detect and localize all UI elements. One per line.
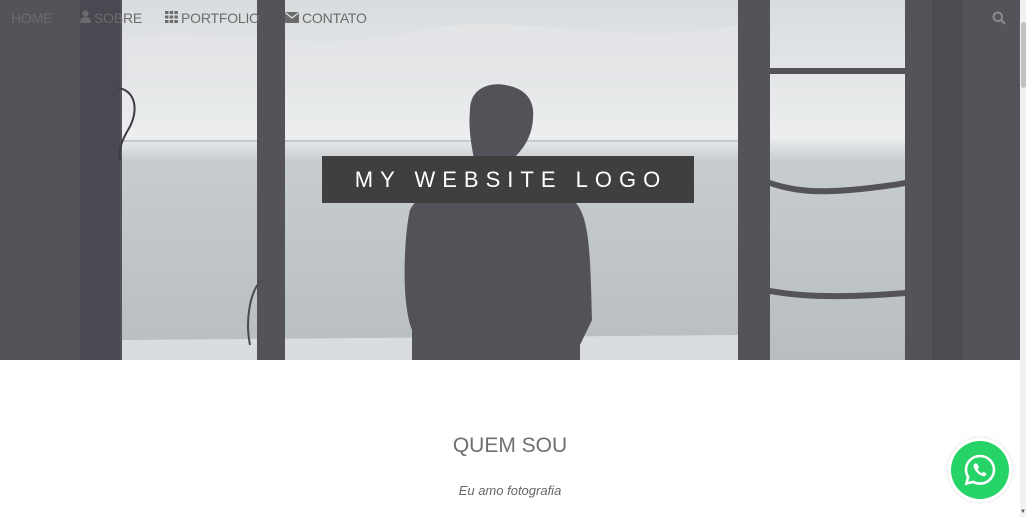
scrollbar-thumb[interactable] [1021,22,1026,88]
section-title: QUEM SOU [452,434,568,457]
site-logo-text: MY WEBSITE LOGO [354,166,668,192]
top-navigation: HOME SOBRE PORTFOLIO CONTATO [0,0,1020,38]
whatsapp-icon [964,454,996,486]
nav-home-label: HOME [11,10,53,26]
user-icon [80,10,91,26]
nav-contato[interactable]: CONTATO [285,10,367,26]
hero-banner: HOME SOBRE PORTFOLIO CONTATO MY WEBSITE … [0,0,1020,360]
nav-portfolio[interactable]: PORTFOLIO [165,10,260,26]
page-scrollbar[interactable]: ▼ [1020,0,1026,517]
whatsapp-button[interactable] [948,438,1012,502]
site-logo[interactable]: MY WEBSITE LOGO [322,156,694,203]
nav-portfolio-label: PORTFOLIO [181,10,260,26]
envelope-icon [285,10,299,26]
grid-icon [165,10,178,26]
search-icon[interactable] [992,11,1006,30]
nav-contato-label: CONTATO [302,10,367,26]
scroll-down-icon[interactable]: ▼ [1020,509,1026,515]
section-subtitle: Eu amo fotografia [458,483,562,498]
nav-sobre-label: SOBRE [94,10,143,26]
nav-home[interactable]: HOME [11,10,52,26]
nav-sobre[interactable]: SOBRE [80,10,142,26]
